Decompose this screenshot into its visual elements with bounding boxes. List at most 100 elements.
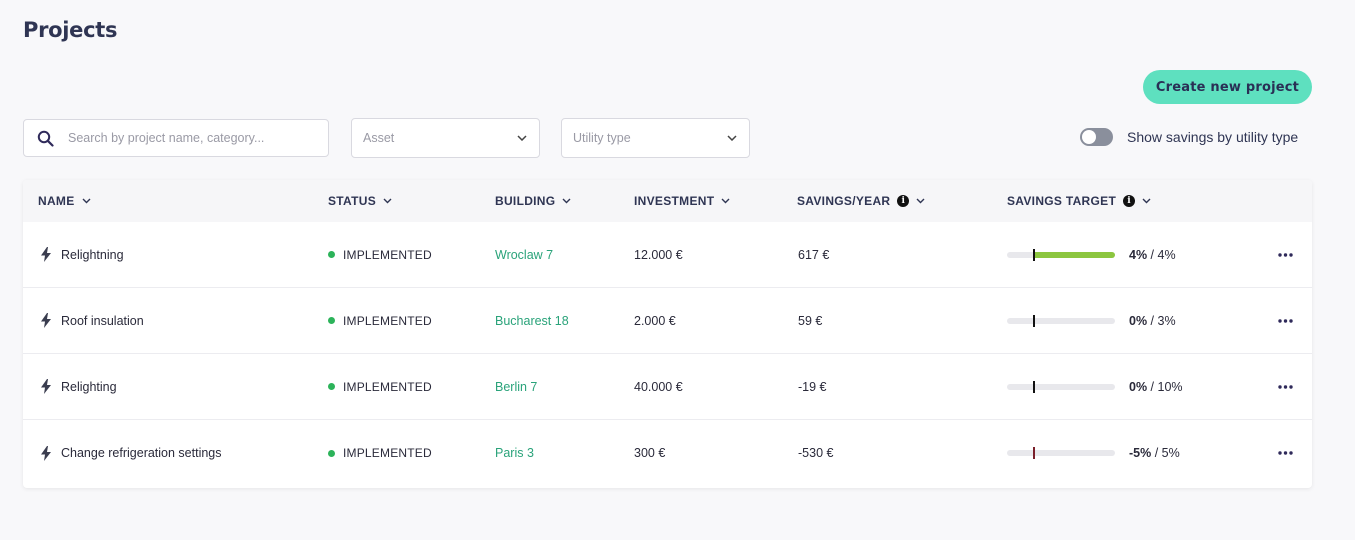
savings-progress-value: 0% xyxy=(1129,313,1148,328)
create-new-project-button[interactable]: Create new project xyxy=(1143,70,1312,104)
utility-type-select[interactable]: Utility type xyxy=(561,118,750,158)
savings-target-text: 0% / 10% xyxy=(1129,380,1183,394)
column-header-building[interactable]: BUILDING xyxy=(495,180,571,222)
savings-target-value: / 10% xyxy=(1147,379,1183,394)
status-cell: IMPLEMENTED xyxy=(328,354,432,419)
status-dot xyxy=(328,449,335,457)
status-badge: IMPLEMENTED xyxy=(343,247,432,262)
savings-target-cell: 4% / 4% xyxy=(1007,222,1176,287)
bolt-icon xyxy=(41,379,51,394)
chevron-down-icon xyxy=(82,198,91,204)
status-dot xyxy=(328,317,335,324)
building-link[interactable]: Berlin 7 xyxy=(495,354,537,419)
column-header-savings-target[interactable]: SAVINGS TARGET i xyxy=(1007,180,1151,222)
investment-value: 300 € xyxy=(634,446,666,460)
chevron-down-icon xyxy=(517,135,527,141)
table-row[interactable]: Roof insulation IMPLEMENTED Bucharest 18… xyxy=(23,288,1312,354)
savings-target-text: 4% / 4% xyxy=(1129,248,1176,262)
status-badge: IMPLEMENTED xyxy=(343,379,432,394)
investment-value: 2.000 € xyxy=(634,313,676,328)
savings-progress-bar xyxy=(1007,380,1115,393)
savings-target-cell: 0% / 10% xyxy=(1007,354,1183,419)
more-options-icon[interactable] xyxy=(1278,420,1293,486)
project-name[interactable]: Relighting xyxy=(61,380,117,394)
bolt-icon xyxy=(41,247,51,262)
table-header: NAME STATUS BUILDING INVESTMENT SAVINGS/… xyxy=(23,180,1312,222)
project-name-cell: Roof insulation xyxy=(40,288,144,353)
toggle-knob xyxy=(1082,130,1096,144)
column-header-name-label: NAME xyxy=(38,194,75,208)
savings-target-cell: 0% / 3% xyxy=(1007,288,1176,353)
more-options-icon[interactable] xyxy=(1278,288,1293,353)
project-name[interactable]: Relightning xyxy=(61,248,124,262)
savings-target-text: -5% / 5% xyxy=(1129,446,1180,460)
column-header-savings-year-label: SAVINGS/YEAR xyxy=(797,194,891,208)
column-header-status[interactable]: STATUS xyxy=(328,180,392,222)
asset-select[interactable]: Asset xyxy=(351,118,540,158)
chevron-down-icon xyxy=(562,198,571,204)
status-dot xyxy=(328,251,335,258)
chevron-down-icon xyxy=(916,198,925,204)
savings-year-value: 617 € xyxy=(798,247,830,262)
more-options-icon[interactable] xyxy=(1278,354,1293,419)
info-icon[interactable]: i xyxy=(1123,195,1136,207)
chevron-down-icon xyxy=(1142,198,1151,204)
search-box xyxy=(23,119,329,157)
asset-select-placeholder: Asset xyxy=(363,131,395,145)
project-name-cell: Relightning xyxy=(40,222,124,287)
savings-progress-marker xyxy=(1033,314,1035,327)
project-name[interactable]: Roof insulation xyxy=(61,314,144,328)
column-header-investment-label: INVESTMENT xyxy=(634,194,715,208)
investment-value: 12.000 € xyxy=(634,247,683,262)
building-link[interactable]: Bucharest 18 xyxy=(495,288,569,353)
savings-year-value: -530 € xyxy=(798,446,834,460)
building-link[interactable]: Wroclaw 7 xyxy=(495,222,553,287)
savings-progress-value: 4% xyxy=(1129,247,1148,262)
column-header-investment[interactable]: INVESTMENT xyxy=(634,180,730,222)
savings-progress-fill xyxy=(1034,251,1115,258)
project-name-cell: Change refrigeration settings xyxy=(40,420,222,486)
savings-progress-bar xyxy=(1007,447,1115,459)
bolt-icon xyxy=(41,313,51,328)
more-options-icon[interactable] xyxy=(1278,222,1293,287)
savings-progress-marker xyxy=(1033,248,1035,261)
column-header-name[interactable]: NAME xyxy=(38,180,91,222)
savings-by-utility-toggle-group: Show savings by utility type xyxy=(1080,128,1298,146)
search-input[interactable] xyxy=(68,131,298,145)
investment-value: 40.000 € xyxy=(634,379,683,394)
table-row[interactable]: Change refrigeration settings IMPLEMENTE… xyxy=(23,420,1312,486)
table-row[interactable]: Relighting IMPLEMENTED Berlin 7 40.000 €… xyxy=(23,354,1312,420)
status-cell: IMPLEMENTED xyxy=(328,420,432,486)
page-title: Projects xyxy=(23,18,118,42)
savings-progress-bar xyxy=(1007,248,1115,261)
savings-by-utility-label: Show savings by utility type xyxy=(1127,129,1299,145)
chevron-down-icon xyxy=(721,198,730,204)
utility-type-select-placeholder: Utility type xyxy=(573,131,631,145)
status-badge: IMPLEMENTED xyxy=(343,446,432,460)
column-header-status-label: STATUS xyxy=(328,194,377,208)
building-link[interactable]: Paris 3 xyxy=(495,420,534,486)
info-icon[interactable]: i xyxy=(897,195,910,207)
column-header-savings-target-label: SAVINGS TARGET xyxy=(1007,194,1117,208)
savings-by-utility-toggle[interactable] xyxy=(1080,128,1113,146)
bolt-icon xyxy=(41,445,51,461)
status-dot xyxy=(328,383,335,390)
savings-progress-marker xyxy=(1033,380,1035,393)
savings-target-value: / 3% xyxy=(1147,313,1176,328)
search-icon xyxy=(37,130,54,147)
status-cell: IMPLEMENTED xyxy=(328,222,432,287)
savings-target-value: / 4% xyxy=(1147,247,1176,262)
project-name[interactable]: Change refrigeration settings xyxy=(61,446,222,460)
savings-year-value: 59 € xyxy=(798,313,823,328)
projects-table: NAME STATUS BUILDING INVESTMENT SAVINGS/… xyxy=(23,180,1312,488)
table-row[interactable]: Relightning IMPLEMENTED Wroclaw 7 12.000… xyxy=(23,222,1312,288)
column-header-savings-year[interactable]: SAVINGS/YEAR i xyxy=(797,180,925,222)
savings-progress-value: -5% xyxy=(1129,446,1152,460)
column-header-building-label: BUILDING xyxy=(495,194,556,208)
savings-year-value: -19 € xyxy=(798,379,827,394)
savings-target-cell: -5% / 5% xyxy=(1007,420,1180,486)
project-name-cell: Relighting xyxy=(40,354,117,419)
savings-progress-value: 0% xyxy=(1129,379,1148,394)
status-badge: IMPLEMENTED xyxy=(343,313,432,328)
chevron-down-icon xyxy=(727,135,737,141)
